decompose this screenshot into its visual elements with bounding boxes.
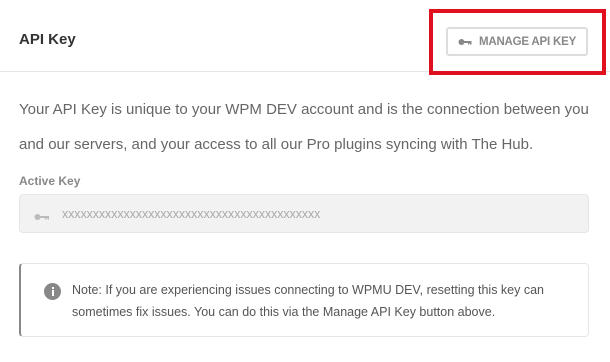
manage-api-key-button[interactable]: MANAGE API KEY xyxy=(446,27,588,56)
info-icon xyxy=(44,283,61,300)
api-key-description: Your API Key is unique to your WPM DEV a… xyxy=(19,101,589,153)
note-notice: Note: If you are experiencing issues con… xyxy=(19,263,589,337)
key-icon xyxy=(458,37,472,47)
active-key-value: xxxxxxxxxxxxxxxxxxxxxxxxxxxxxxxxxxxxxxxx… xyxy=(62,207,321,221)
key-icon xyxy=(34,209,50,220)
notice-text: Note: If you are experiencing issues con… xyxy=(72,283,544,319)
active-key-field[interactable]: xxxxxxxxxxxxxxxxxxxxxxxxxxxxxxxxxxxxxxxx… xyxy=(19,194,589,233)
active-key-label: Active Key xyxy=(19,174,81,188)
section-title: API Key xyxy=(19,31,76,48)
manage-api-key-label: MANAGE API KEY xyxy=(478,35,577,48)
